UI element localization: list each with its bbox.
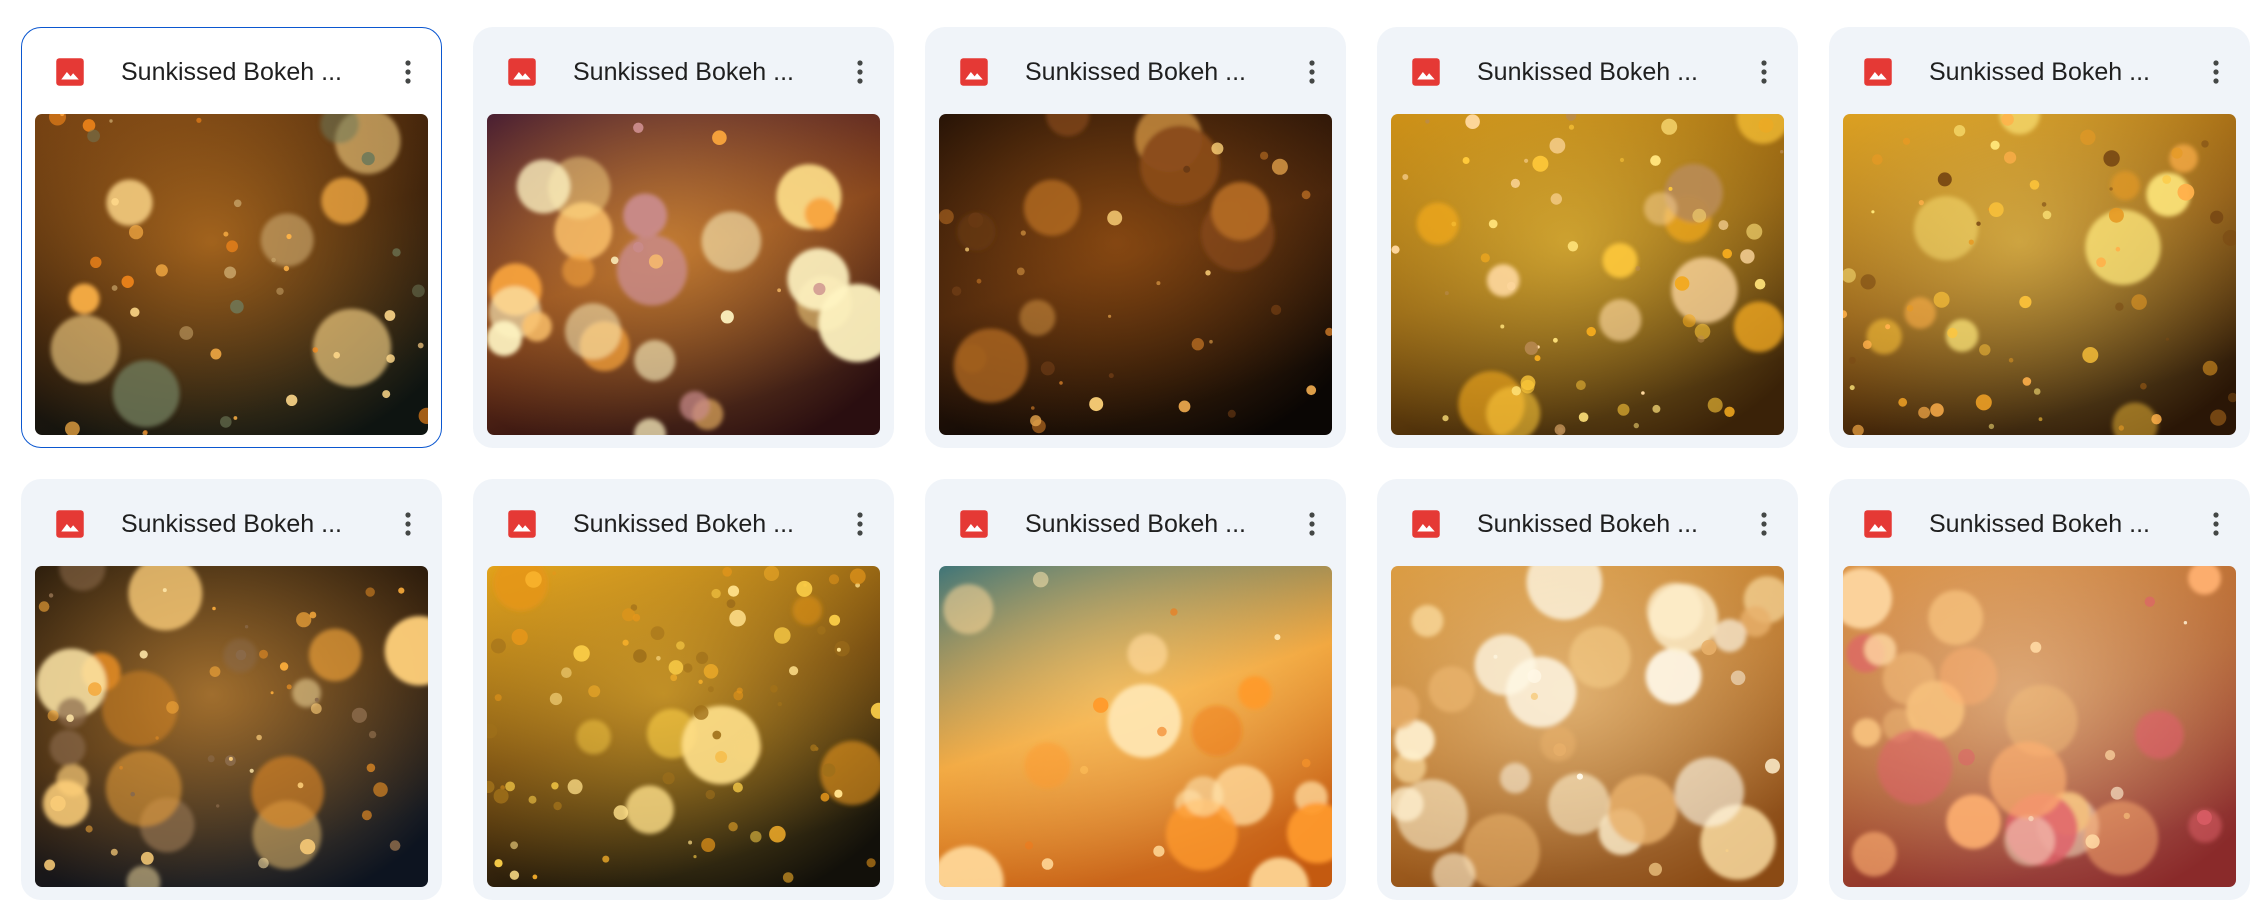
file-card[interactable]: Sunkissed Bokeh ...: [21, 479, 442, 900]
more-options-button[interactable]: [1742, 50, 1786, 94]
file-name[interactable]: Sunkissed Bokeh ...: [1929, 507, 2159, 541]
file-name[interactable]: Sunkissed Bokeh ...: [121, 55, 351, 89]
file-name[interactable]: Sunkissed Bokeh ...: [573, 55, 803, 89]
file-thumbnail[interactable]: [487, 566, 880, 887]
file-grid: Sunkissed Bokeh ... Sunkissed Bokeh ... Su…: [21, 27, 2250, 900]
file-thumbnail[interactable]: [1843, 566, 2236, 887]
more-options-button[interactable]: [1290, 50, 1334, 94]
file-card-header: Sunkissed Bokeh ...: [1830, 480, 2249, 566]
file-thumbnail[interactable]: [35, 114, 428, 435]
file-card-header: Sunkissed Bokeh ...: [926, 28, 1345, 114]
file-name[interactable]: Sunkissed Bokeh ...: [121, 507, 351, 541]
image-file-icon: [1411, 509, 1441, 539]
more-options-button[interactable]: [838, 50, 882, 94]
image-file-icon: [507, 57, 537, 87]
file-thumbnail[interactable]: [1391, 566, 1784, 887]
file-card[interactable]: Sunkissed Bokeh ...: [1377, 479, 1798, 900]
file-card-header: Sunkissed Bokeh ...: [474, 28, 893, 114]
more-options-button[interactable]: [2194, 50, 2238, 94]
file-card[interactable]: Sunkissed Bokeh ...: [21, 27, 442, 448]
file-card[interactable]: Sunkissed Bokeh ...: [1829, 27, 2250, 448]
image-file-icon: [55, 57, 85, 87]
file-thumbnail[interactable]: [1391, 114, 1784, 435]
image-file-icon: [1863, 509, 1893, 539]
image-file-icon: [959, 57, 989, 87]
file-card-header: Sunkissed Bokeh ...: [1378, 480, 1797, 566]
file-thumbnail[interactable]: [1843, 114, 2236, 435]
image-file-icon: [1411, 57, 1441, 87]
file-card[interactable]: Sunkissed Bokeh ...: [1829, 479, 2250, 900]
file-name[interactable]: Sunkissed Bokeh ...: [1025, 55, 1255, 89]
file-card[interactable]: Sunkissed Bokeh ...: [473, 479, 894, 900]
file-name[interactable]: Sunkissed Bokeh ...: [1477, 507, 1707, 541]
image-file-icon: [55, 509, 85, 539]
file-card[interactable]: Sunkissed Bokeh ...: [925, 27, 1346, 448]
more-options-button[interactable]: [838, 502, 882, 546]
file-name[interactable]: Sunkissed Bokeh ...: [573, 507, 803, 541]
more-options-button[interactable]: [386, 502, 430, 546]
image-file-icon: [1863, 57, 1893, 87]
file-thumbnail[interactable]: [939, 114, 1332, 435]
file-card-header: Sunkissed Bokeh ...: [474, 480, 893, 566]
image-file-icon: [507, 509, 537, 539]
file-card-header: Sunkissed Bokeh ...: [1830, 28, 2249, 114]
file-card[interactable]: Sunkissed Bokeh ...: [1377, 27, 1798, 448]
file-card-header: Sunkissed Bokeh ...: [1378, 28, 1797, 114]
file-card-header: Sunkissed Bokeh ...: [22, 28, 441, 114]
file-thumbnail[interactable]: [939, 566, 1332, 887]
more-options-button[interactable]: [386, 50, 430, 94]
file-name[interactable]: Sunkissed Bokeh ...: [1929, 55, 2159, 89]
file-card-header: Sunkissed Bokeh ...: [22, 480, 441, 566]
file-thumbnail[interactable]: [487, 114, 880, 435]
file-card-header: Sunkissed Bokeh ...: [926, 480, 1345, 566]
more-options-button[interactable]: [2194, 502, 2238, 546]
image-file-icon: [959, 509, 989, 539]
file-name[interactable]: Sunkissed Bokeh ...: [1477, 55, 1707, 89]
file-card[interactable]: Sunkissed Bokeh ...: [925, 479, 1346, 900]
file-thumbnail[interactable]: [35, 566, 428, 887]
file-name[interactable]: Sunkissed Bokeh ...: [1025, 507, 1255, 541]
file-card[interactable]: Sunkissed Bokeh ...: [473, 27, 894, 448]
more-options-button[interactable]: [1742, 502, 1786, 546]
more-options-button[interactable]: [1290, 502, 1334, 546]
